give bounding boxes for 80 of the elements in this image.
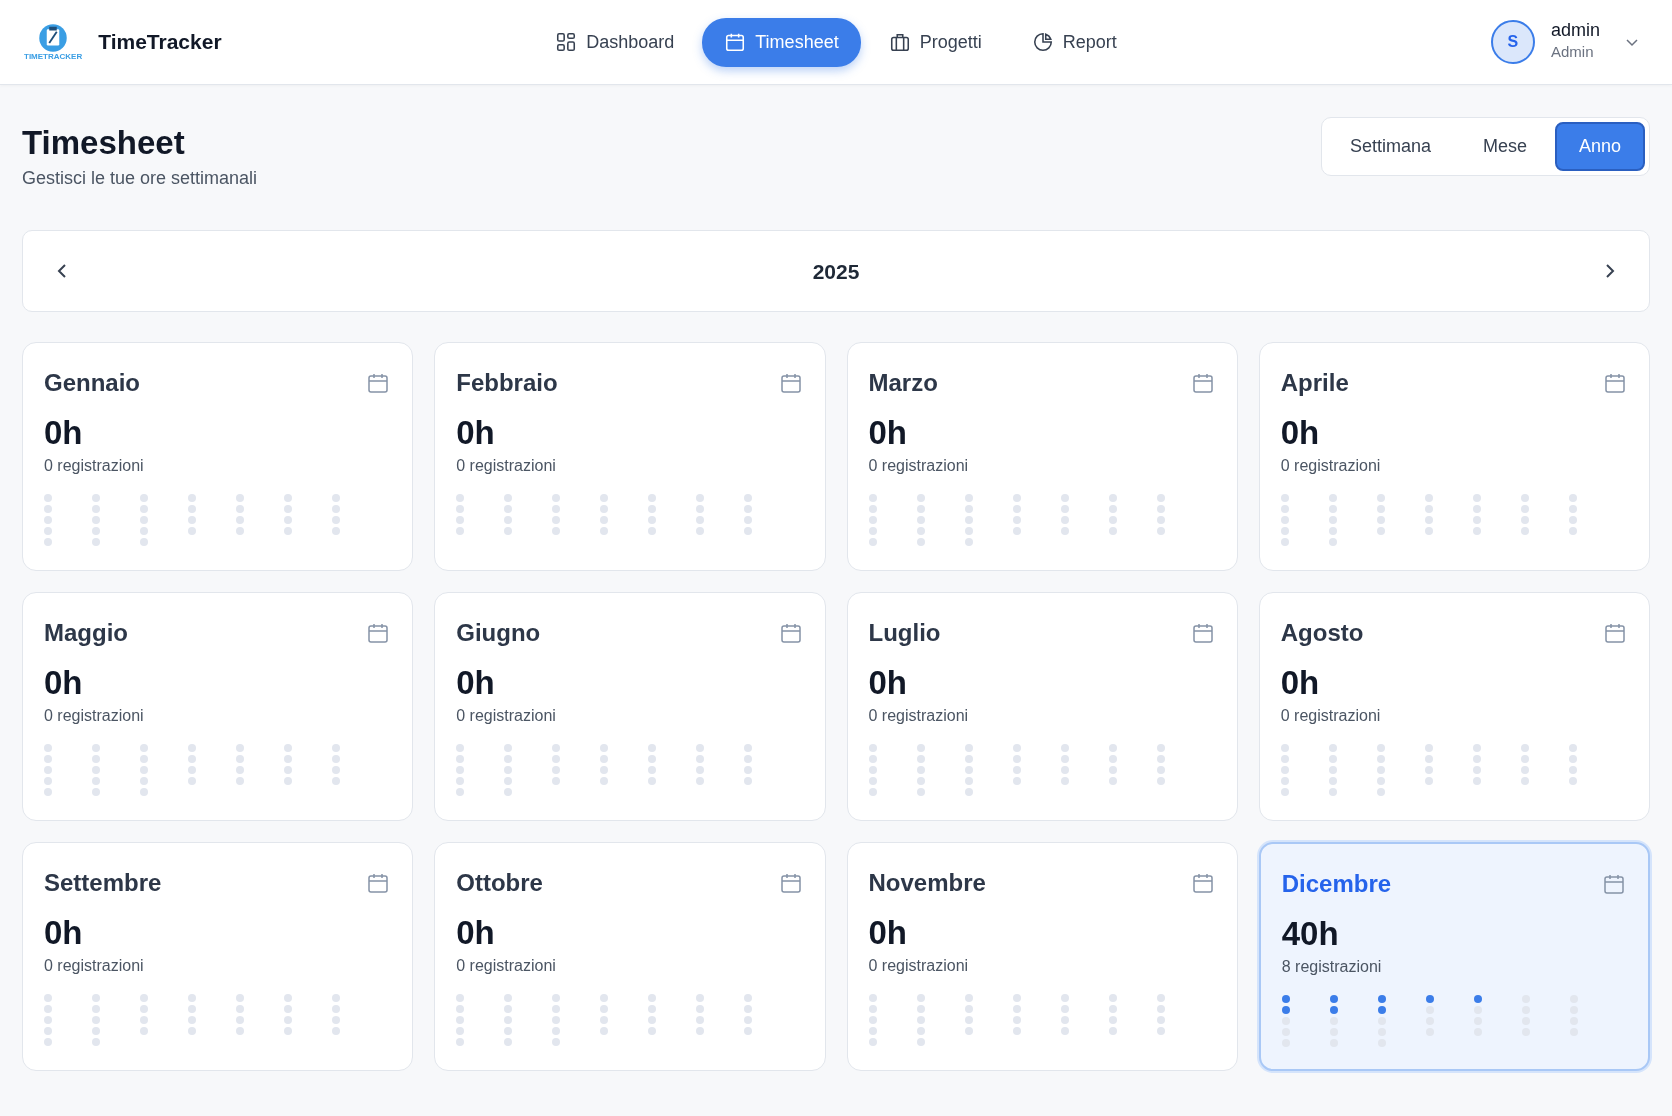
calendar-icon (366, 621, 391, 646)
view-tab[interactable]: Anno (1554, 122, 1645, 171)
hours-total: 0h (868, 665, 908, 702)
entries-count: 0 registrazioni (868, 955, 970, 976)
entries-count: 0 registrazioni (44, 705, 145, 726)
hours-total: 0h (868, 915, 908, 952)
hours-total: 0h (868, 415, 908, 452)
entries-count: 8 registrazioni (1281, 956, 1383, 977)
month-name: Maggio (44, 618, 128, 649)
month-card[interactable]: Ottobre 0h 0 registrazioni (434, 842, 826, 1072)
hours-total: 0h (456, 415, 496, 452)
user-name: admin (1550, 20, 1600, 41)
month-name: Gennaio (44, 368, 140, 399)
hours-total: 0h (1280, 415, 1321, 452)
month-name: Novembre (868, 868, 986, 899)
user-role: Admin (1550, 41, 1595, 62)
calendar-icon (778, 871, 803, 896)
nav-tab[interactable]: Report (1009, 17, 1139, 67)
entries-count: 0 registrazioni (456, 955, 557, 976)
month-card[interactable]: Maggio 0h 0 registrazioni (22, 592, 414, 822)
hours-total: 0h (456, 915, 496, 952)
month-name: Ottobre (456, 868, 543, 899)
entries-count: 0 registrazioni (44, 455, 145, 476)
entries-count: 0 registrazioni (1280, 705, 1382, 726)
month-name: Giugno (456, 618, 541, 649)
hours-total: 0h (1280, 665, 1321, 702)
month-card[interactable]: Luglio 0h 0 registrazioni (846, 592, 1238, 822)
app-title: TimeTracker (98, 29, 222, 56)
page-subtitle: Gestisci le tue ore settimanali (22, 167, 258, 191)
month-name: Febbraio (456, 368, 558, 399)
month-card[interactable]: Gennaio 0h 0 registrazioni (22, 342, 414, 572)
month-card[interactable]: Marzo 0h 0 registrazioni (846, 342, 1238, 572)
month-name: Settembre (44, 868, 162, 899)
entries-count: 0 registrazioni (1280, 455, 1382, 476)
month-name: Dicembre (1281, 869, 1392, 900)
calendar-icon (366, 371, 391, 396)
hours-total: 0h (456, 665, 496, 702)
entries-count: 0 registrazioni (868, 455, 970, 476)
clipboard-icon (38, 23, 69, 53)
month-card[interactable]: Settembre 0h 0 registrazioni (22, 842, 414, 1072)
hours-total: 0h (44, 415, 84, 452)
view-tab[interactable]: Mese (1458, 122, 1551, 171)
month-card[interactable]: Agosto 0h 0 registrazioni (1258, 592, 1650, 822)
entries-count: 0 registrazioni (456, 455, 557, 476)
year-label: 2025 (812, 258, 860, 285)
calendar-icon (1603, 621, 1627, 646)
month-name: Agosto (1280, 618, 1364, 649)
month-card[interactable]: Aprile 0h 0 registrazioni (1258, 342, 1650, 572)
view-tab[interactable]: Settimana (1325, 122, 1455, 171)
logo-caption: TIMETRACKER (24, 53, 83, 61)
nav-tab[interactable]: Progetti (866, 17, 1004, 67)
page-title: Timesheet (22, 125, 186, 162)
nav-tab[interactable]: Dashboard (533, 17, 697, 67)
calendar-icon (778, 371, 803, 396)
calendar-icon (1190, 371, 1215, 396)
briefcase-icon (888, 31, 911, 53)
month-card[interactable]: Giugno 0h 0 registrazioni (434, 592, 826, 822)
month-name: Luglio (868, 618, 941, 649)
month-card[interactable]: Febbraio 0h 0 registrazioni (434, 342, 826, 572)
calendar-icon (1602, 872, 1626, 897)
nav-tab[interactable]: Timesheet (702, 17, 861, 67)
calendar-icon (1603, 371, 1627, 396)
entries-count: 0 registrazioni (44, 955, 145, 976)
month-name: Aprile (1280, 368, 1349, 399)
calendar-icon (778, 621, 803, 646)
hours-total: 0h (44, 915, 84, 952)
entries-count: 0 registrazioni (868, 705, 970, 726)
calendar-icon (724, 31, 747, 53)
pie-chart-icon (1031, 31, 1054, 53)
hours-total: 0h (44, 665, 84, 702)
month-name: Marzo (868, 368, 938, 399)
calendar-icon (1190, 621, 1215, 646)
user-avatar[interactable]: S (1490, 20, 1535, 64)
calendar-icon (366, 871, 391, 896)
entries-count: 0 registrazioni (456, 705, 557, 726)
month-card[interactable]: Novembre 0h 0 registrazioni (846, 842, 1238, 1072)
calendar-icon (1190, 871, 1215, 896)
hours-total: 40h (1281, 916, 1340, 953)
month-card[interactable]: Dicembre 40h 8 registrazioni (1258, 842, 1650, 1072)
grid-icon (555, 31, 578, 53)
